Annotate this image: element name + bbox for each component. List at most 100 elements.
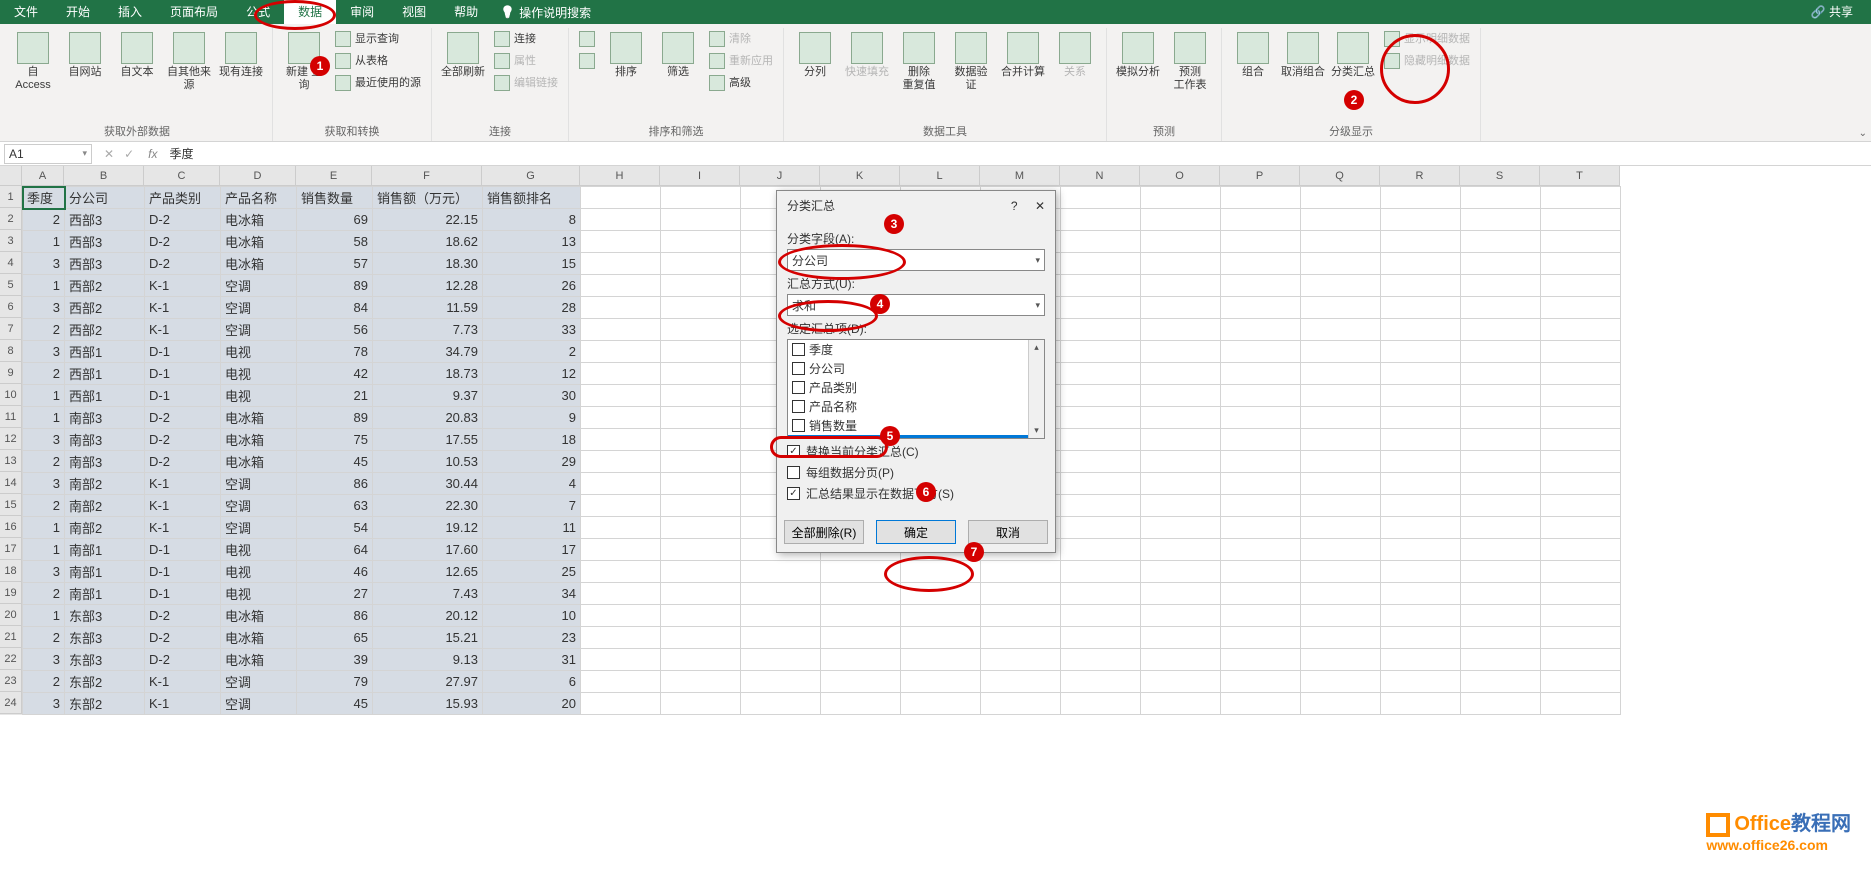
cell[interactable] [1301, 429, 1381, 451]
cell[interactable] [1301, 539, 1381, 561]
cell[interactable] [1221, 451, 1301, 473]
cell[interactable] [1221, 473, 1301, 495]
cell[interactable]: 西部2 [65, 297, 145, 319]
cell[interactable] [1061, 341, 1141, 363]
cell[interactable] [1221, 539, 1301, 561]
cell[interactable]: 电冰箱 [221, 451, 297, 473]
ribbon-btn[interactable]: 删除重复值 [894, 28, 944, 96]
cell[interactable]: 分公司 [65, 187, 145, 209]
cell[interactable]: D-2 [145, 407, 221, 429]
cell[interactable] [581, 363, 661, 385]
row-header[interactable]: 13 [0, 450, 22, 472]
cell[interactable] [981, 605, 1061, 627]
cell[interactable] [1221, 275, 1301, 297]
tell-me-search[interactable]: 操作说明搜索 [500, 4, 591, 21]
cell[interactable]: 86 [297, 473, 373, 495]
cell[interactable] [1461, 429, 1541, 451]
cell[interactable]: 西部1 [65, 363, 145, 385]
cancel-button[interactable]: 取消 [968, 520, 1048, 544]
cell[interactable] [1141, 517, 1221, 539]
cell[interactable]: 3 [23, 649, 65, 671]
cell[interactable] [1541, 473, 1621, 495]
cell[interactable] [1221, 429, 1301, 451]
col-header[interactable]: O [1140, 166, 1220, 186]
cell[interactable]: 20.12 [373, 605, 483, 627]
sort-asc-button[interactable] [575, 28, 599, 50]
cell[interactable] [1141, 429, 1221, 451]
cell[interactable] [981, 583, 1061, 605]
cell[interactable] [1541, 627, 1621, 649]
cell[interactable] [1381, 253, 1461, 275]
cell[interactable]: D-1 [145, 583, 221, 605]
cell[interactable] [741, 693, 821, 715]
cell[interactable]: 西部3 [65, 231, 145, 253]
ribbon-btn-small[interactable]: 显示明细数据 [1380, 28, 1474, 50]
cell[interactable] [821, 693, 901, 715]
row-header[interactable]: 20 [0, 604, 22, 626]
cell[interactable] [1381, 605, 1461, 627]
summary-below-checkbox[interactable]: ✓汇总结果显示在数据下方(S) [787, 485, 1045, 502]
cell[interactable]: 21 [297, 385, 373, 407]
cell[interactable]: 空调 [221, 693, 297, 715]
cell[interactable] [1301, 473, 1381, 495]
cell[interactable] [741, 561, 821, 583]
row-header[interactable]: 14 [0, 472, 22, 494]
select-all-corner[interactable] [0, 166, 22, 186]
ribbon-btn[interactable]: 分列 [790, 28, 840, 83]
cell[interactable] [1061, 561, 1141, 583]
cell[interactable] [581, 385, 661, 407]
cell[interactable] [1461, 495, 1541, 517]
col-header[interactable]: Q [1300, 166, 1380, 186]
share-button[interactable]: 🔗 共享 [1793, 0, 1871, 24]
cell[interactable] [1461, 253, 1541, 275]
pagebreak-checkbox[interactable]: 每组数据分页(P) [787, 464, 1045, 481]
cell[interactable]: 南部1 [65, 561, 145, 583]
cell[interactable]: 销售数量 [297, 187, 373, 209]
ribbon-btn[interactable]: 取消组合 [1278, 28, 1328, 83]
cell[interactable] [1141, 407, 1221, 429]
col-header[interactable]: H [580, 166, 660, 186]
cell[interactable]: D-2 [145, 627, 221, 649]
cell[interactable]: 12 [483, 363, 581, 385]
cell[interactable]: 南部3 [65, 407, 145, 429]
cell[interactable] [1141, 341, 1221, 363]
cell[interactable] [1141, 605, 1221, 627]
row-header[interactable]: 19 [0, 582, 22, 604]
cell[interactable]: 西部2 [65, 319, 145, 341]
cell[interactable] [661, 539, 741, 561]
cell[interactable]: 9.37 [373, 385, 483, 407]
cell[interactable] [1141, 583, 1221, 605]
cell[interactable] [1301, 583, 1381, 605]
cell[interactable] [1461, 583, 1541, 605]
tab-页面布局[interactable]: 页面布局 [156, 0, 232, 24]
cell[interactable]: 3 [23, 341, 65, 363]
cell[interactable] [981, 561, 1061, 583]
cell[interactable]: 10 [483, 605, 581, 627]
cell[interactable] [1541, 649, 1621, 671]
cell[interactable] [1221, 407, 1301, 429]
cell[interactable]: 58 [297, 231, 373, 253]
cell[interactable] [1381, 451, 1461, 473]
cell[interactable] [1381, 517, 1461, 539]
ribbon-btn-small[interactable]: 显示查询 [331, 28, 425, 50]
cell[interactable] [1381, 363, 1461, 385]
cell[interactable]: 电冰箱 [221, 209, 297, 231]
cell[interactable] [1461, 275, 1541, 297]
cell[interactable] [1541, 187, 1621, 209]
cell[interactable] [581, 275, 661, 297]
cell[interactable] [1061, 693, 1141, 715]
cell[interactable]: 86 [297, 605, 373, 627]
col-header[interactable]: T [1540, 166, 1620, 186]
cell[interactable]: D-1 [145, 539, 221, 561]
cell[interactable] [581, 671, 661, 693]
col-header[interactable]: J [740, 166, 820, 186]
tab-公式[interactable]: 公式 [232, 0, 284, 24]
cell[interactable]: 7.43 [373, 583, 483, 605]
cell[interactable] [1221, 627, 1301, 649]
cell[interactable]: 89 [297, 275, 373, 297]
cell[interactable]: D-2 [145, 451, 221, 473]
cell[interactable]: 空调 [221, 275, 297, 297]
cell[interactable]: 西部3 [65, 209, 145, 231]
cell[interactable]: 东部3 [65, 649, 145, 671]
row-header[interactable]: 12 [0, 428, 22, 450]
